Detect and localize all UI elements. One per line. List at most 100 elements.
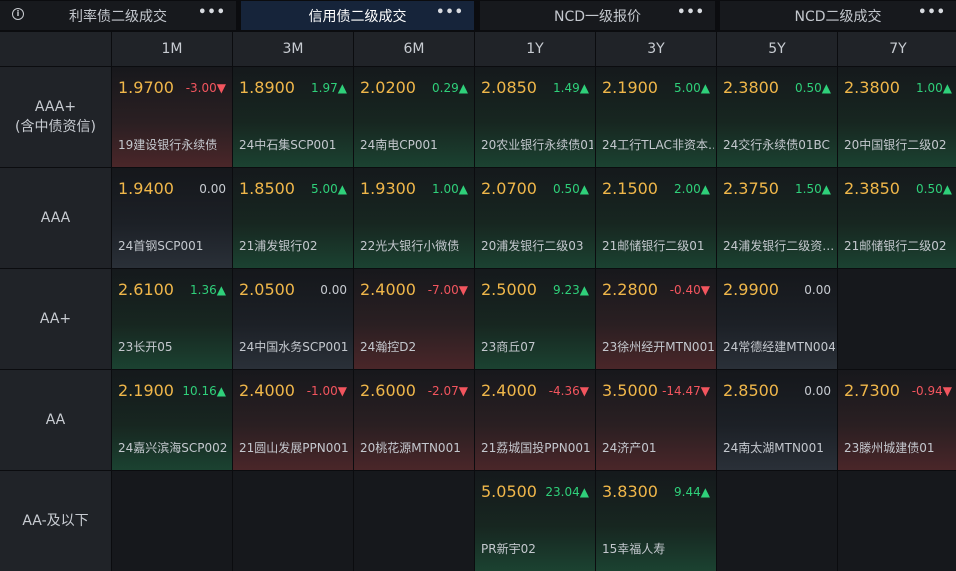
yield-value: 3.8300 [602, 482, 658, 501]
empty-cell [717, 471, 837, 571]
bond-name: 20农业银行永续债01 [481, 138, 593, 152]
tab-ncd-secondary[interactable]: NCD二级成交 ••• [720, 1, 956, 30]
change-value: -4.36▼ [548, 384, 589, 398]
change-value: -14.47▼ [662, 384, 710, 398]
quote-cell[interactable]: 3.8300 9.44▲ 15幸福人寿 [596, 471, 716, 571]
yield-value: 2.4000 [239, 381, 295, 400]
bond-name: 21圆山发展PPN001 [239, 441, 349, 455]
tab-label: 信用债二级成交 [308, 8, 407, 25]
bond-name: 23长开05 [118, 340, 173, 354]
rating-label: AA+ [39, 311, 72, 327]
quote-cell[interactable]: 1.9300 1.00▲ 22光大银行小微债 [354, 168, 474, 268]
yield-value: 2.0700 [481, 179, 537, 198]
yield-value: 2.3800 [844, 78, 900, 97]
yield-value: 2.1900 [602, 78, 658, 97]
yield-value: 2.1500 [602, 179, 658, 198]
yield-value: 2.8500 [723, 381, 779, 400]
yield-matrix: 1M 3M 6M 1Y 3Y 5Y 7Y AAA+ (含中债资信) 1.9700 -3.00▼ 19… [0, 32, 956, 571]
rating-label: AAA [40, 210, 71, 226]
yield-value: 2.3850 [844, 179, 900, 198]
change-value: 1.00▲ [432, 182, 468, 196]
change-value: 0.50▲ [916, 182, 952, 196]
yield-value: 1.9300 [360, 179, 416, 198]
yield-value: 2.7300 [844, 381, 900, 400]
bond-name: 20桃花源MTN001 [360, 441, 461, 455]
quote-cell[interactable]: 2.6100 1.36▲ 23长开05 [112, 269, 232, 369]
bond-name: 21邮储银行二级02 [844, 239, 947, 253]
quote-cell[interactable]: 2.5000 9.23▲ 23商丘07 [475, 269, 595, 369]
change-value: 9.23▲ [553, 283, 589, 297]
quote-cell[interactable]: 2.4000 -7.00▼ 24瀚控D2 [354, 269, 474, 369]
change-value: 1.50▲ [795, 182, 831, 196]
quote-cell[interactable]: 5.0500 23.04▲ PR新宇02 [475, 471, 595, 571]
more-icon[interactable]: ••• [436, 5, 464, 20]
quote-cell[interactable]: 2.3850 0.50▲ 21邮储银行二级02 [838, 168, 956, 268]
more-icon[interactable]: ••• [918, 5, 946, 20]
change-value: -7.00▼ [427, 283, 468, 297]
bond-name: 23滕州城建债01 [844, 441, 935, 455]
row-header-rating: AAA [0, 168, 111, 268]
yield-value: 5.0500 [481, 482, 537, 501]
yield-value: 1.8900 [239, 78, 295, 97]
quote-cell[interactable]: 2.4000 -4.36▼ 21荔城国投PPN001 [475, 370, 595, 470]
quote-cell[interactable]: 2.4000 -1.00▼ 21圆山发展PPN001 [233, 370, 353, 470]
rating-label: AA [45, 412, 66, 428]
change-value: 0.50▲ [553, 182, 589, 196]
quote-cell[interactable]: 2.1500 2.00▲ 21邮储银行二级01 [596, 168, 716, 268]
bond-name: 24交行永续债01BC [723, 138, 830, 152]
change-value: 2.00▲ [674, 182, 710, 196]
change-value: 5.00▲ [674, 81, 710, 95]
column-header-tenor: 1Y [475, 32, 595, 66]
quote-cell[interactable]: 2.1900 10.16▲ 24嘉兴滨海SCP002 [112, 370, 232, 470]
yield-value: 2.3800 [723, 78, 779, 97]
change-value: -3.00▼ [185, 81, 226, 95]
quote-cell[interactable]: 3.5000 -14.47▼ 24济产01 [596, 370, 716, 470]
tab-credit-bond-secondary[interactable]: 信用债二级成交 ••• [241, 1, 474, 30]
bond-name: 24瀚控D2 [360, 340, 417, 354]
empty-cell [354, 471, 474, 571]
bond-name: 24南电CP001 [360, 138, 438, 152]
column-header-tenor: 6M [354, 32, 474, 66]
quote-cell[interactable]: 2.3750 1.50▲ 24浦发银行二级资… [717, 168, 837, 268]
bond-name: 23商丘07 [481, 340, 536, 354]
bond-name: PR新宇02 [481, 542, 536, 556]
quote-cell[interactable]: 2.8500 0.00 24南太湖MTN001 [717, 370, 837, 470]
quote-cell[interactable]: 2.0700 0.50▲ 20浦发银行二级03 [475, 168, 595, 268]
empty-cell [838, 471, 956, 571]
quote-cell[interactable]: 2.2800 -0.40▼ 23徐州经开MTN001 [596, 269, 716, 369]
quote-cell[interactable]: 2.3800 1.00▲ 20中国银行二级02 [838, 67, 956, 167]
tab-ncd-primary-quote[interactable]: NCD一级报价 ••• [480, 1, 715, 30]
quote-cell[interactable]: 1.8900 1.97▲ 24中石集SCP001 [233, 67, 353, 167]
change-value: 10.16▲ [182, 384, 226, 398]
change-value: 0.29▲ [432, 81, 468, 95]
rating-label: AAA+ (含中债资信) [15, 99, 96, 135]
bond-name: 24浦发银行二级资… [723, 239, 835, 253]
row-header-rating: AA [0, 370, 111, 470]
more-icon[interactable]: ••• [677, 5, 705, 20]
quote-cell[interactable]: 2.9900 0.00 24常德经建MTN004 [717, 269, 837, 369]
column-header-tenor: 5Y [717, 32, 837, 66]
quote-cell[interactable]: 2.7300 -0.94▼ 23滕州城建债01 [838, 370, 956, 470]
quote-cell[interactable]: 2.0850 1.49▲ 20农业银行永续债01 [475, 67, 595, 167]
change-value: 5.00▲ [311, 182, 347, 196]
change-value: -1.00▼ [306, 384, 347, 398]
yield-value: 1.8500 [239, 179, 295, 198]
tab-bar: i 利率债二级成交 ••• 信用债二级成交 ••• NCD一级报价 ••• NC… [0, 0, 956, 32]
info-icon[interactable]: i [12, 8, 24, 20]
more-icon[interactable]: ••• [198, 5, 226, 20]
bond-name: 24工行TLAC非资本… [602, 138, 714, 152]
bond-name: 24济产01 [602, 441, 657, 455]
quote-cell[interactable]: 2.6000 -2.07▼ 20桃花源MTN001 [354, 370, 474, 470]
quote-cell[interactable]: 1.9700 -3.00▼ 19建设银行永续债 [112, 67, 232, 167]
row-header-rating: AA-及以下 [0, 471, 111, 571]
quote-cell[interactable]: 2.1900 5.00▲ 24工行TLAC非资本… [596, 67, 716, 167]
quote-cell[interactable]: 2.0200 0.29▲ 24南电CP001 [354, 67, 474, 167]
tab-rate-bond-secondary[interactable]: i 利率债二级成交 ••• [0, 1, 236, 30]
bond-name: 20浦发银行二级03 [481, 239, 584, 253]
quote-cell[interactable]: 1.8500 5.00▲ 21浦发银行02 [233, 168, 353, 268]
quote-cell[interactable]: 2.0500 0.00 24中国水务SCP001 [233, 269, 353, 369]
quote-cell[interactable]: 2.3800 0.50▲ 24交行永续债01BC [717, 67, 837, 167]
bond-name: 21浦发银行02 [239, 239, 318, 253]
quote-cell[interactable]: 1.9400 0.00 24首钢SCP001 [112, 168, 232, 268]
yield-value: 2.1900 [118, 381, 174, 400]
